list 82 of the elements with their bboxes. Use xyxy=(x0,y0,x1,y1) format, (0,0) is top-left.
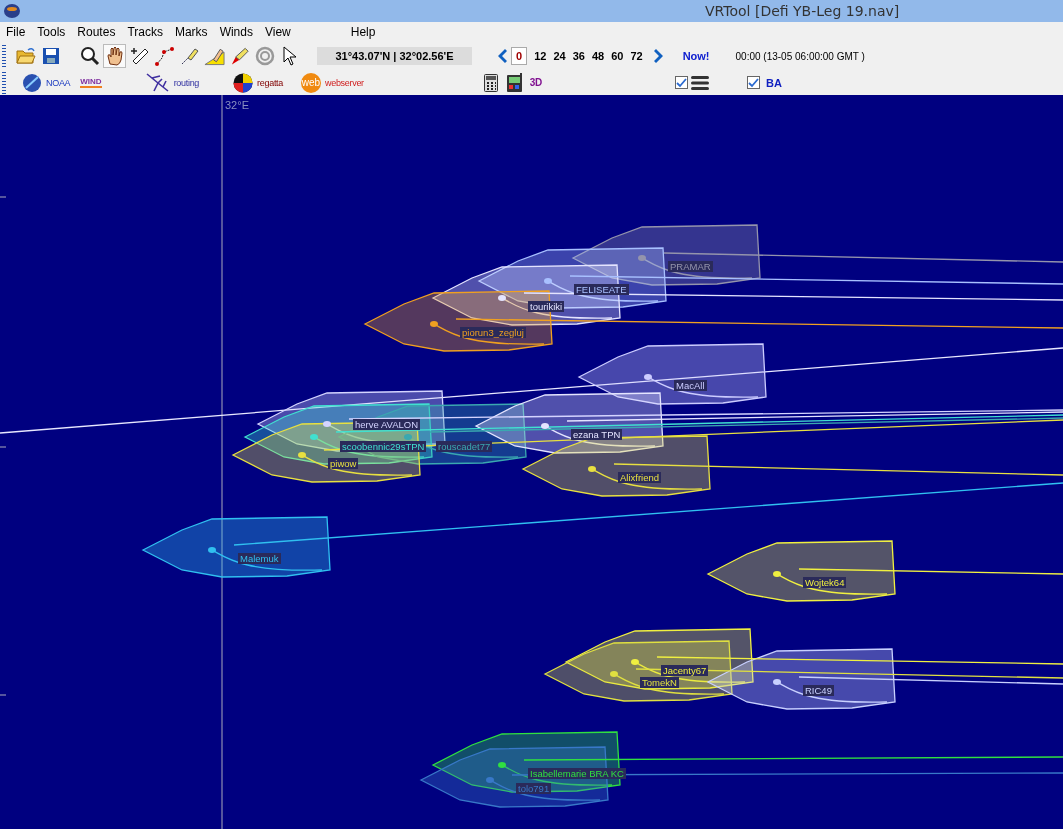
boat-label: tourikiki xyxy=(528,301,565,312)
branching-icon[interactable] xyxy=(145,72,170,93)
boat-dot[interactable] xyxy=(298,452,306,458)
menu-item[interactable]: File xyxy=(6,25,26,39)
position-readout: 31°43.07'N | 32°02.56'E xyxy=(317,47,472,65)
time-step-button[interactable]: 0 xyxy=(511,47,528,65)
noaa-link[interactable]: NOAA xyxy=(46,77,71,88)
boat-dot[interactable] xyxy=(404,434,412,440)
time-step-button[interactable]: 72 xyxy=(627,47,646,65)
checkbox[interactable] xyxy=(747,76,760,89)
checkbox[interactable] xyxy=(675,76,688,89)
boat-dot[interactable] xyxy=(541,423,549,429)
boat-dot[interactable] xyxy=(430,321,438,327)
menu-item[interactable]: Marks xyxy=(174,25,208,39)
time-step-button[interactable]: 24 xyxy=(550,47,569,65)
device-icon[interactable] xyxy=(505,72,524,93)
layers-icon[interactable] xyxy=(691,75,709,90)
boat-label: piorun3_zegluj xyxy=(460,327,526,338)
boat-label: PRAMAR xyxy=(668,261,713,272)
boat-dot[interactable] xyxy=(486,777,494,783)
boat-label: Wojtek64 xyxy=(803,577,847,588)
meridian-label: 32°E xyxy=(225,99,249,111)
boat-label: Malemuk xyxy=(238,553,281,564)
boat-dot[interactable] xyxy=(638,255,646,261)
boat-dot[interactable] xyxy=(631,659,639,665)
now-button[interactable]: Now! xyxy=(682,50,710,62)
boat-label: MacAll xyxy=(674,380,707,391)
boat-label: ezana TPN xyxy=(571,429,623,440)
scale-tick xyxy=(0,694,7,696)
wind-logo[interactable]: WIND xyxy=(80,77,102,88)
toolbar-grip[interactable] xyxy=(2,45,6,67)
menu-item[interactable]: Tools xyxy=(37,25,66,39)
next-icon[interactable] xyxy=(652,48,665,64)
previous-icon[interactable] xyxy=(496,48,508,64)
menu-item[interactable]: Tracks xyxy=(127,25,163,39)
menu-item[interactable]: Help xyxy=(350,25,376,39)
app-globe-icon xyxy=(3,3,21,19)
time-step-button[interactable]: 60 xyxy=(608,47,627,65)
time-step-button[interactable]: 48 xyxy=(588,47,608,65)
menu-item[interactable]: Winds xyxy=(219,25,253,39)
boat-dot[interactable] xyxy=(588,466,596,472)
boat-label: scoobennic29sTPN xyxy=(340,441,427,452)
hand-tool-button[interactable] xyxy=(103,44,126,68)
menu-item[interactable]: View xyxy=(264,25,291,39)
regatta-icon[interactable] xyxy=(233,72,254,93)
menu-item[interactable]: Routes xyxy=(77,25,116,39)
boat-dot[interactable] xyxy=(208,547,216,553)
scale-tick xyxy=(0,446,7,448)
window-title: VRTool [Defi YB-Leg 19.nav] xyxy=(705,3,900,19)
boat-dot[interactable] xyxy=(773,679,781,685)
time-readout: 00:00 (13-05 06:00:00 GMT ) xyxy=(735,50,865,62)
boat-dot[interactable] xyxy=(310,434,318,440)
boat-label: FELISEATE xyxy=(574,284,629,295)
boat-label: Alixfriend xyxy=(618,472,662,483)
boat-dot[interactable] xyxy=(498,295,506,301)
routing-link[interactable]: routing xyxy=(173,77,200,88)
3d-link[interactable]: 3D xyxy=(529,77,542,88)
boat-label: rouscadet77 xyxy=(436,441,493,452)
boat-label: Jacenty67 xyxy=(661,665,709,676)
calculator-icon[interactable] xyxy=(483,73,498,92)
time-step-button[interactable]: 36 xyxy=(569,47,588,65)
boat-dot[interactable] xyxy=(644,374,652,380)
checkbox-label[interactable]: BA xyxy=(766,76,782,89)
toolbar-grip[interactable] xyxy=(2,71,6,94)
zoom-tool-button[interactable] xyxy=(78,44,101,68)
boat-dot[interactable] xyxy=(610,671,618,677)
boat-label: tolo791 xyxy=(516,783,552,794)
boat-label: piwow xyxy=(328,458,359,469)
globe-icon[interactable] xyxy=(22,72,42,93)
route-tool-button[interactable] xyxy=(153,44,176,68)
boat-label: herve AVALON xyxy=(353,419,420,430)
boat-dot[interactable] xyxy=(323,421,331,427)
regatta-link[interactable]: regatta xyxy=(257,77,283,88)
boat-dot[interactable] xyxy=(498,762,506,768)
time-step-button[interactable]: 12 xyxy=(531,47,550,65)
boat-dot[interactable] xyxy=(544,278,552,284)
webserver-link[interactable]: webserver xyxy=(325,77,364,88)
boat-label: Isabellemarie BRA KC xyxy=(528,768,626,779)
boat-label: RIC49 xyxy=(803,685,834,696)
scale-tick xyxy=(0,196,7,198)
boat-label: TomekN xyxy=(640,677,679,688)
boat-dot[interactable] xyxy=(773,571,781,577)
